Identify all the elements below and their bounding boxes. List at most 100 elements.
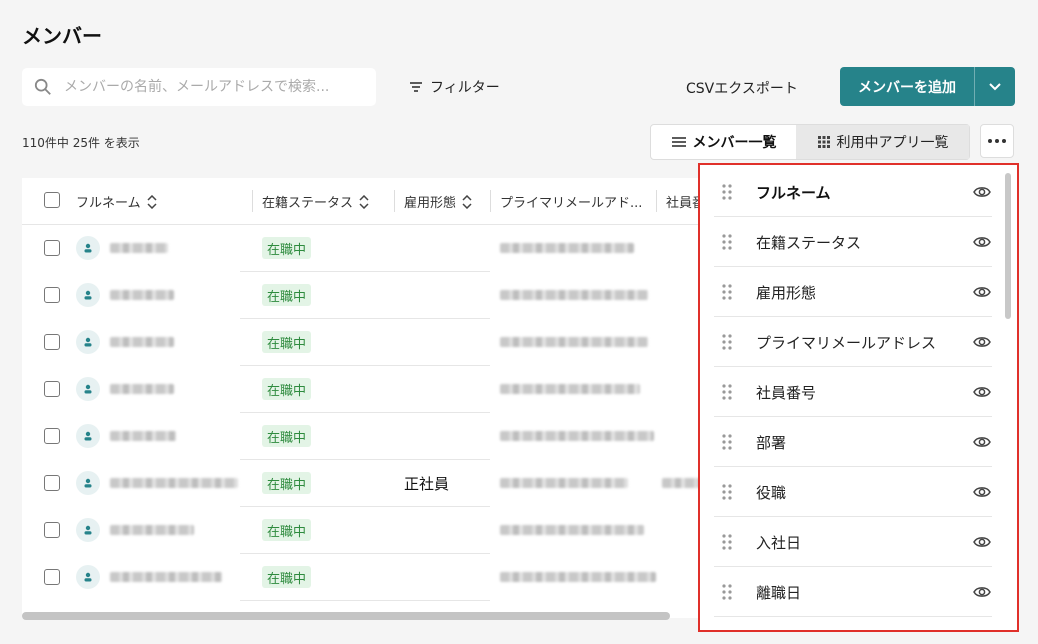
column-item[interactable]: 在籍ステータス (714, 218, 992, 267)
header-status[interactable]: 在籍ステータス (262, 192, 369, 211)
redacted-name (110, 290, 174, 300)
table-row[interactable]: 在職中 (22, 366, 722, 412)
column-item-label: フルネーム (756, 183, 831, 202)
column-item[interactable]: 入社日 (714, 518, 992, 567)
avatar (76, 377, 100, 401)
table-row[interactable]: 在職中 (22, 319, 722, 365)
table-row[interactable]: 在職中 (22, 272, 722, 318)
column-divider (490, 190, 491, 212)
eye-icon[interactable] (972, 332, 992, 352)
drag-handle-icon[interactable] (722, 584, 732, 600)
filter-icon (410, 82, 422, 92)
status-badge: 在職中 (262, 472, 312, 494)
column-item[interactable]: フルネーム (714, 168, 992, 217)
column-item[interactable]: プライマリメールアドレス (714, 318, 992, 367)
redacted-email (500, 525, 644, 535)
column-item-label: プライマリメールアドレス (756, 333, 937, 352)
add-member-menu-button[interactable] (975, 67, 1015, 106)
table-header: フルネーム 在籍ステータス 雇用形態 プライマリメールアド... 社員番 (22, 178, 722, 225)
table-row[interactable]: 在職中 (22, 554, 722, 600)
row-checkbox[interactable] (44, 475, 60, 491)
drag-handle-icon[interactable] (722, 534, 732, 550)
sort-icon (462, 194, 472, 209)
row-checkbox[interactable] (44, 428, 60, 444)
person-icon (84, 478, 92, 488)
redacted-email (500, 431, 654, 441)
header-primary-email-label: プライマリメールアド... (500, 196, 643, 211)
search-input[interactable] (62, 78, 356, 96)
drag-handle-icon[interactable] (722, 384, 732, 400)
header-fullname-label: フルネーム (76, 196, 141, 211)
drag-handle-icon[interactable] (722, 484, 732, 500)
drag-handle-icon[interactable] (722, 334, 732, 350)
drag-handle-icon[interactable] (722, 284, 732, 300)
row-divider (240, 271, 490, 272)
avatar (76, 471, 100, 495)
status-badge: 在職中 (262, 331, 312, 353)
redacted-name (110, 572, 222, 582)
person-icon (84, 525, 92, 535)
status-badge: 在職中 (262, 425, 312, 447)
eye-icon[interactable] (972, 182, 992, 202)
add-member-button[interactable]: メンバーを追加 (840, 67, 975, 106)
avatar (76, 424, 100, 448)
row-checkbox[interactable] (44, 240, 60, 256)
column-item[interactable]: 社員番号 (714, 368, 992, 417)
search-box[interactable] (22, 68, 376, 106)
eye-icon[interactable] (972, 582, 992, 602)
avatar (76, 565, 100, 589)
column-item[interactable]: 役職 (714, 468, 992, 517)
row-checkbox[interactable] (44, 287, 60, 303)
status-badge: 在職中 (262, 519, 312, 541)
column-item[interactable]: 部署 (714, 418, 992, 467)
eye-icon[interactable] (972, 482, 992, 502)
drag-handle-icon[interactable] (722, 234, 732, 250)
header-primary-email[interactable]: プライマリメールアド... (500, 192, 642, 211)
header-fullname[interactable]: フルネーム (76, 192, 157, 211)
row-checkbox[interactable] (44, 381, 60, 397)
panel-scrollbar[interactable] (1005, 173, 1011, 319)
view-toggle: メンバー一覧 利用中アプリ一覧 (650, 124, 970, 160)
horizontal-scrollbar[interactable] (22, 612, 670, 620)
table-row[interactable]: 在職中 (22, 225, 722, 271)
person-icon (84, 384, 92, 394)
eye-icon[interactable] (972, 232, 992, 252)
row-checkbox[interactable] (44, 334, 60, 350)
table-row[interactable]: 在職中 (22, 507, 722, 553)
column-settings-panel: フルネーム 在籍ステータス 雇用形態 プライマリメールアドレス 社員番号 部署 … (698, 163, 1019, 632)
eye-icon[interactable] (972, 282, 992, 302)
column-divider (252, 190, 253, 212)
redacted-email (500, 337, 648, 347)
select-all-checkbox[interactable] (44, 192, 60, 208)
eye-icon[interactable] (972, 382, 992, 402)
row-checkbox[interactable] (44, 522, 60, 538)
eye-icon[interactable] (972, 532, 992, 552)
column-item-label: 雇用形態 (756, 283, 817, 302)
csv-export-button[interactable]: CSVエクスポート (686, 78, 798, 98)
tab-member-list[interactable]: メンバー一覧 (651, 125, 796, 159)
header-select-all-cell (44, 192, 60, 208)
more-options-button[interactable] (980, 124, 1014, 158)
table-row[interactable]: 在職中 (22, 413, 722, 459)
redacted-name (110, 243, 168, 253)
person-icon (84, 431, 92, 441)
status-badge: 在職中 (262, 378, 312, 400)
header-status-label: 在籍ステータス (262, 196, 354, 211)
eye-icon[interactable] (972, 432, 992, 452)
table-row[interactable]: 在職中 正社員 (22, 460, 722, 506)
column-item[interactable]: 雇用形態 (714, 268, 992, 317)
more-icon (988, 139, 1006, 143)
row-checkbox[interactable] (44, 569, 60, 585)
member-table: フルネーム 在籍ステータス 雇用形態 プライマリメールアド... 社員番 在職中 (22, 178, 722, 618)
row-divider (240, 506, 490, 507)
redacted-email (500, 384, 640, 394)
status-badge: 在職中 (262, 566, 312, 588)
employment-type: 正社員 (404, 475, 450, 493)
page-title: メンバー (22, 24, 102, 48)
column-item[interactable]: 離職日 (714, 568, 992, 617)
header-employment-type[interactable]: 雇用形態 (404, 192, 472, 211)
drag-handle-icon[interactable] (722, 184, 732, 200)
tab-app-list[interactable]: 利用中アプリ一覧 (796, 125, 969, 159)
filter-button[interactable]: フィルター (408, 76, 500, 98)
drag-handle-icon[interactable] (722, 434, 732, 450)
